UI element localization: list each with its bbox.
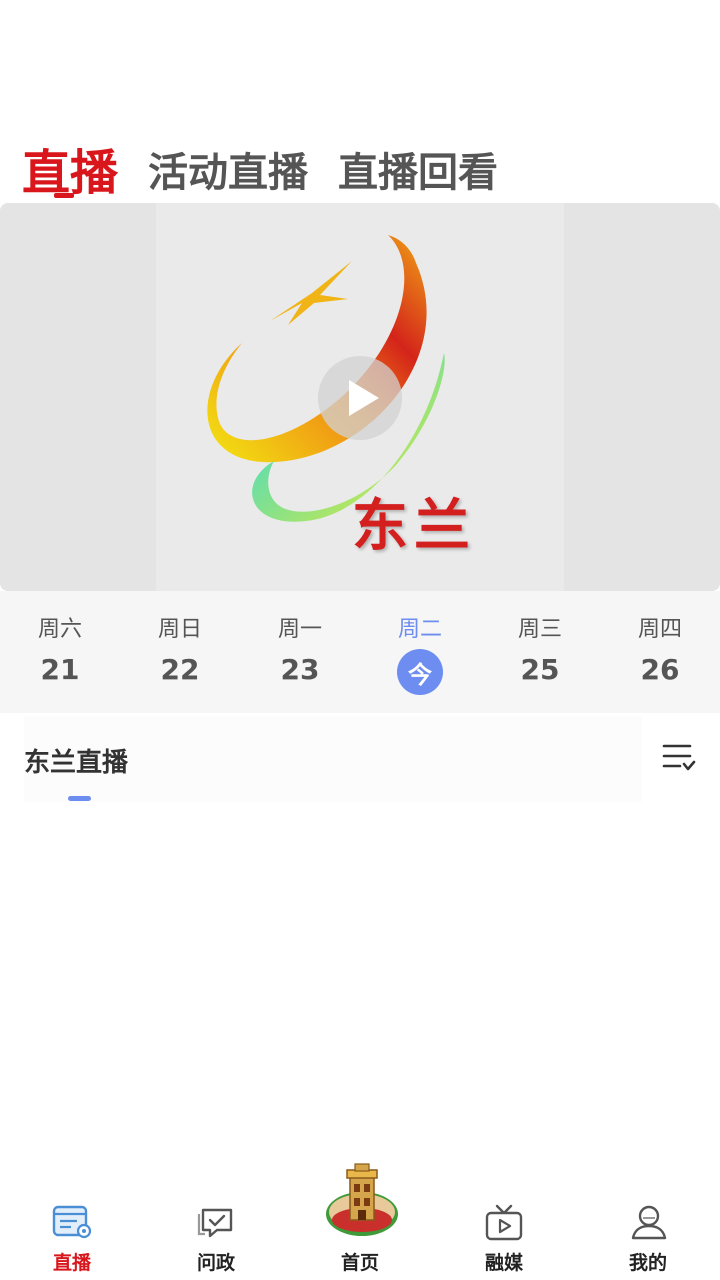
day-name: 周日 [157,617,202,642]
nav-inquiry[interactable]: 问政 [144,1190,288,1280]
play-button[interactable] [318,356,402,440]
player-background-right [564,203,720,591]
live-icon [52,1205,92,1239]
tv-icon [485,1204,523,1241]
day-item[interactable]: 周日 22 [120,591,240,713]
day-item[interactable]: 周一 23 [240,591,360,713]
tab-active-indicator [54,193,74,198]
day-name: 周一 [277,617,322,642]
nav-media[interactable]: 融媒 [432,1190,576,1280]
day-number: 23 [280,653,320,686]
today-badge: 今 [397,649,443,695]
nav-profile[interactable]: 我的 [576,1190,720,1280]
player-background-left [0,203,156,591]
day-number: 22 [160,653,200,686]
chat-icon [197,1208,233,1238]
logo-text: 东兰 [352,493,476,559]
date-selector: 周六 21 周日 22 周一 23 周二 今 周三 25 周四 26 [0,591,720,713]
day-item[interactable]: 周三 25 [480,591,600,713]
nav-media-label: 融媒 [484,1252,523,1274]
nav-live-label: 直播 [52,1252,91,1274]
channel-tab-donglan[interactable]: 东兰直播 [24,742,128,779]
day-number: 21 [40,653,80,686]
day-name: 周二 [397,617,442,642]
top-tab-bar: 直播 活动直播 直播回看 [22,138,528,202]
list-filter-icon[interactable] [660,740,696,776]
nav-inquiry-label: 问政 [196,1252,235,1274]
nav-live[interactable]: 直播 [0,1190,144,1280]
home-logo-icon[interactable] [322,1162,402,1240]
day-number: 26 [640,653,680,686]
tab-event-live[interactable]: 活动直播 [148,144,308,202]
channel-active-indicator [68,796,91,801]
day-item-today[interactable]: 周二 今 [360,591,480,713]
video-player[interactable]: 东兰 [0,203,720,591]
day-name: 周六 [37,617,82,642]
day-item[interactable]: 周六 21 [0,591,120,713]
day-name: 周四 [637,617,682,642]
day-item[interactable]: 周四 26 [600,591,720,713]
day-number: 25 [520,653,560,686]
play-icon [349,380,379,416]
channel-tab-bar: 东兰直播 [24,716,642,802]
user-icon [631,1205,667,1240]
nav-profile-label: 我的 [628,1252,667,1274]
tab-live[interactable]: 直播 [22,144,118,202]
tab-live-replay[interactable]: 直播回看 [338,144,498,202]
nav-home-label: 首页 [340,1252,379,1274]
day-name: 周三 [517,617,562,642]
